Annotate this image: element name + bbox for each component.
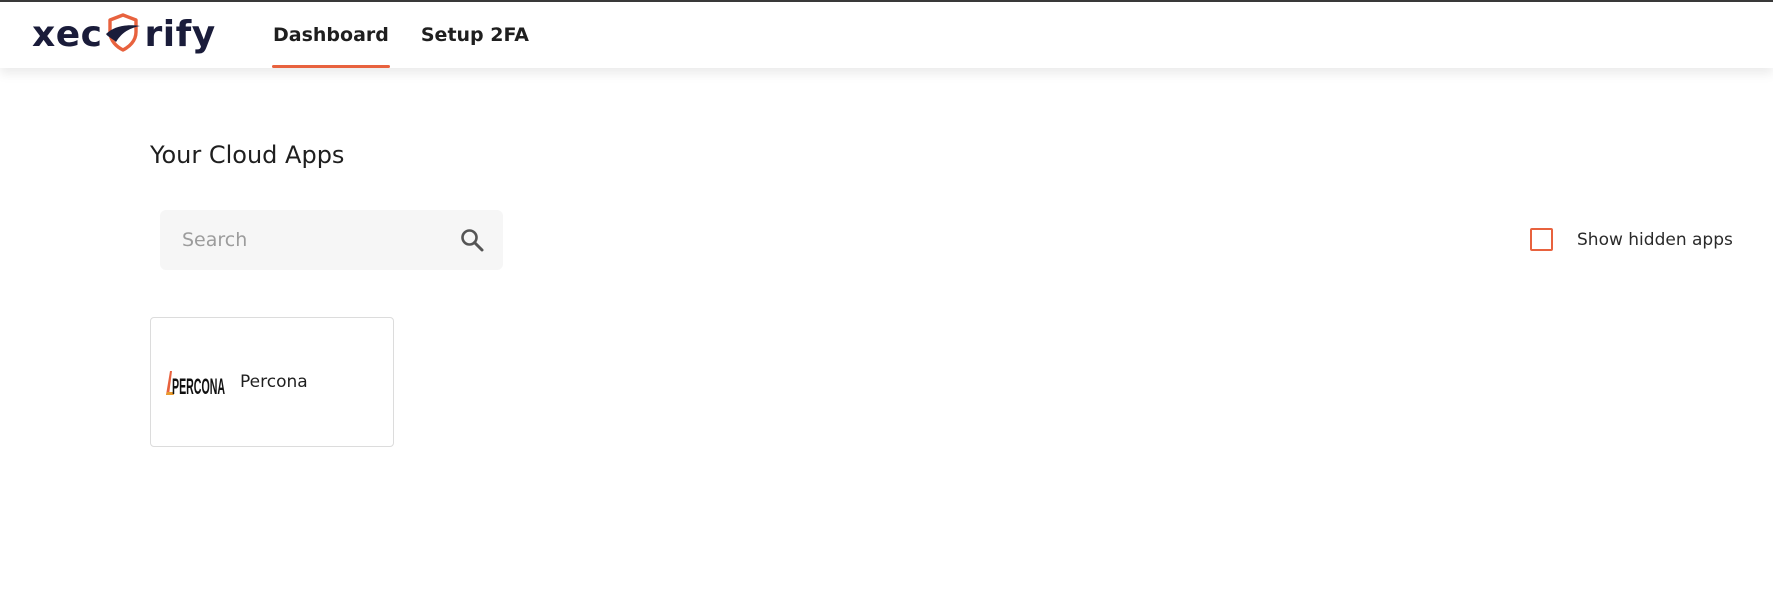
search-icon[interactable]: [459, 227, 485, 253]
percona-logo-text: PERCONA: [172, 374, 225, 399]
top-navigation-bar: xec rify Dashboard Setup 2FA: [0, 2, 1773, 68]
search-input[interactable]: [180, 219, 454, 261]
nav-tab-label: Setup 2FA: [420, 24, 529, 46]
nav-tab-dashboard[interactable]: Dashboard: [272, 2, 390, 68]
app-name: Percona: [240, 372, 308, 392]
logo-text-right: rify: [144, 13, 216, 55]
main-nav: Dashboard Setup 2FA: [272, 2, 530, 68]
search-box: [160, 210, 503, 270]
show-hidden-apps-toggle[interactable]: Show hidden apps: [1530, 228, 1733, 251]
nav-tab-label: Dashboard: [273, 24, 389, 46]
xecurify-logo[interactable]: xec rify: [32, 12, 216, 56]
shield-icon: [106, 13, 141, 52]
app-card-percona[interactable]: PERCONA Percona: [150, 317, 394, 447]
nav-tab-setup-2fa[interactable]: Setup 2FA: [420, 2, 530, 68]
show-hidden-apps-label: Show hidden apps: [1577, 229, 1733, 250]
percona-logo: PERCONA: [166, 371, 225, 399]
show-hidden-apps-checkbox[interactable]: [1530, 228, 1553, 251]
logo-text-left: xec: [32, 13, 103, 55]
page-title: Your Cloud Apps: [150, 141, 345, 169]
